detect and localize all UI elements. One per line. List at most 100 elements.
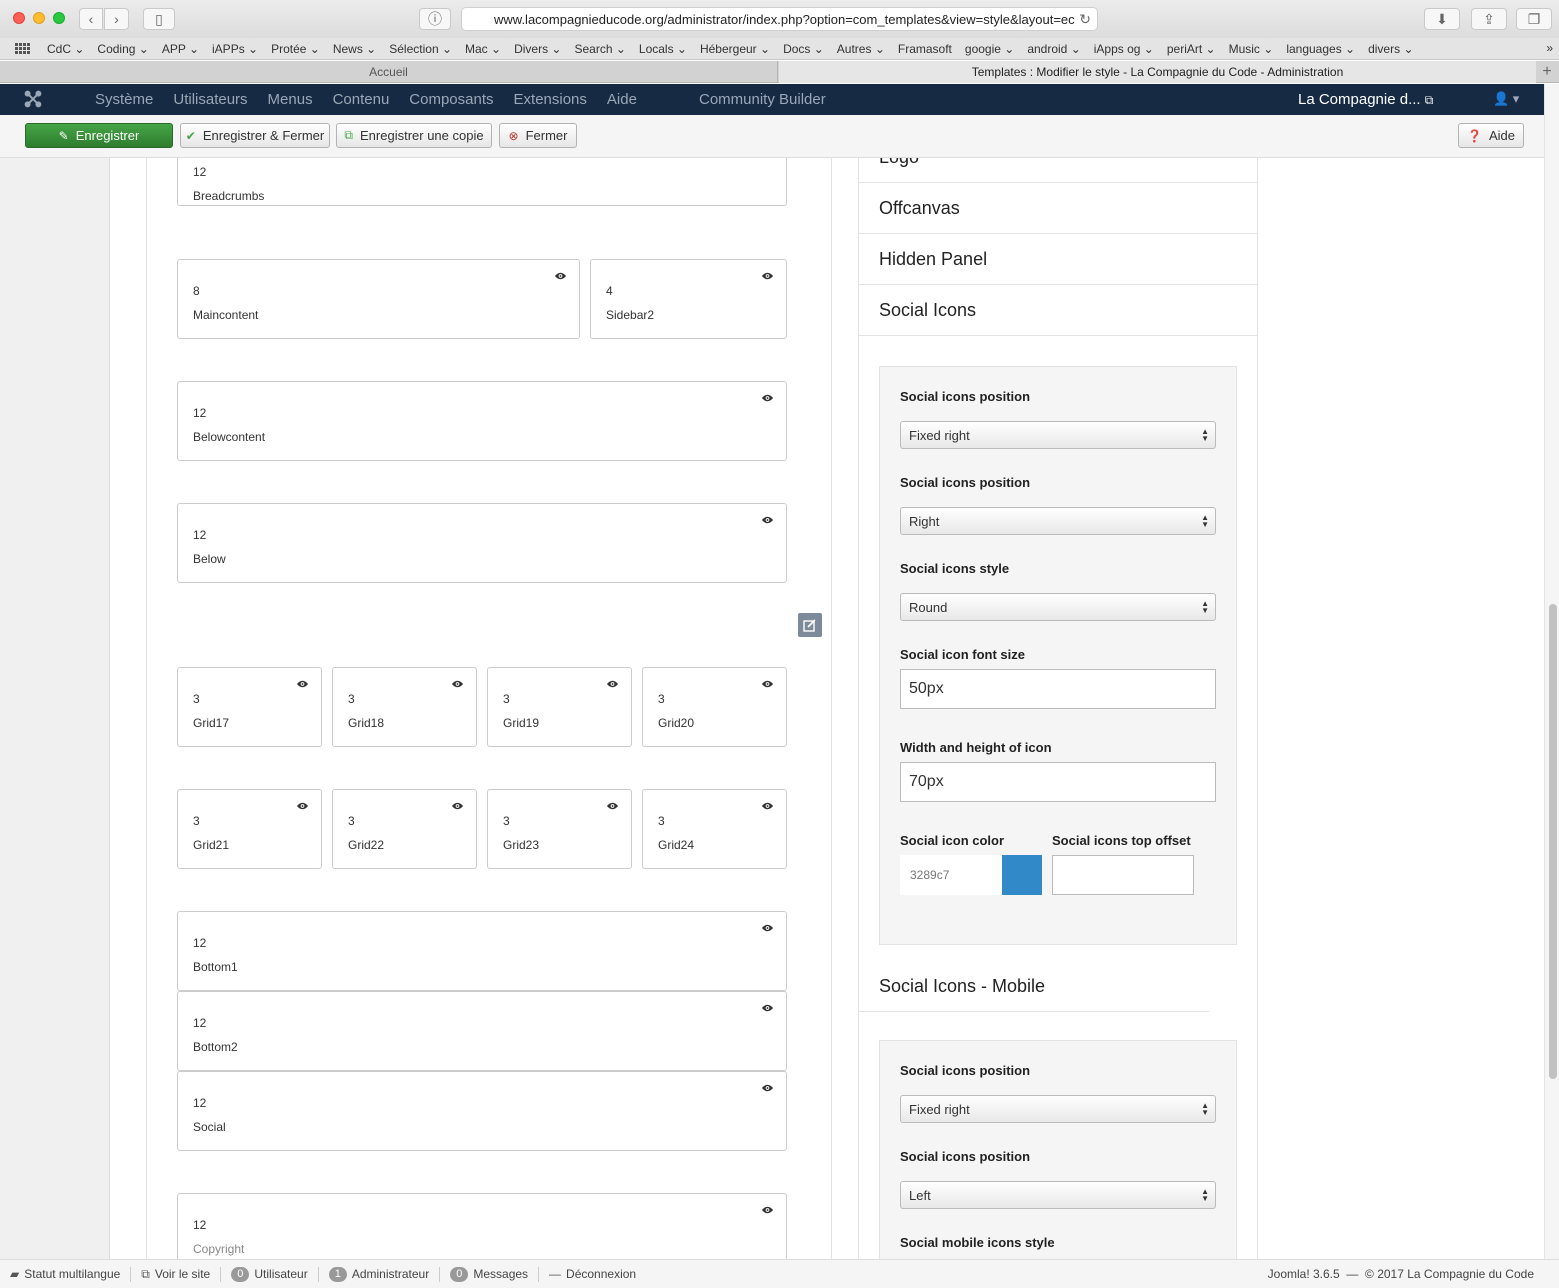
menu-item[interactable]: Utilisateurs [173, 91, 247, 108]
bookmark-folder[interactable]: News ⌄ [333, 42, 376, 56]
eye-icon[interactable] [451, 676, 464, 688]
menu-item[interactable]: Composants [409, 91, 493, 108]
bookmark-folder[interactable]: Locals ⌄ [639, 42, 687, 56]
bookmark-folder[interactable]: Hébergeur ⌄ [700, 42, 770, 56]
bookmark-folder[interactable]: Autres ⌄ [837, 42, 885, 56]
page-scrollbar[interactable] [1544, 84, 1559, 1259]
save-button[interactable]: ✎ Enregistrer [25, 123, 173, 148]
logout-link[interactable]: — Déconnexion [539, 1267, 646, 1282]
window-zoom-button[interactable] [53, 12, 65, 24]
sidebar-toggle-button[interactable]: ▯ [143, 8, 175, 30]
layout-position-box[interactable]: 12 Belowcontent [177, 381, 787, 461]
reader-button[interactable]: ⓘ [419, 8, 451, 30]
layout-position-box[interactable]: 12 Bottom2 [177, 991, 787, 1071]
layout-position-box[interactable]: 12 Social [177, 1071, 787, 1151]
social-top-offset-input[interactable] [1052, 855, 1194, 895]
bookmark-folder[interactable]: Coding ⌄ [97, 42, 148, 56]
eye-icon[interactable] [761, 268, 774, 280]
users-status[interactable]: 0 Utilisateur [221, 1266, 319, 1282]
layout-position-box[interactable]: 3 Grid18 [332, 667, 477, 747]
eye-icon[interactable] [606, 676, 619, 688]
menu-item[interactable]: Extensions [514, 91, 587, 108]
admin-status[interactable]: 1 Administrateur [319, 1266, 441, 1282]
layout-position-box[interactable]: 3 Grid22 [332, 789, 477, 869]
menu-community-builder[interactable]: Community Builder [699, 91, 826, 108]
bookmark-folder[interactable]: Docs ⌄ [783, 42, 824, 56]
section-logo[interactable]: Logo [859, 158, 1257, 183]
social-color-input[interactable]: 3289c7 [900, 855, 1002, 895]
bookmark-folder[interactable]: iApps og ⌄ [1094, 42, 1154, 56]
scrollbar-thumb[interactable] [1549, 604, 1557, 1079]
social-icon-size-input[interactable]: 70px [900, 762, 1216, 802]
layout-position-box[interactable]: 3 Grid17 [177, 667, 322, 747]
bookmark-folder[interactable]: languages ⌄ [1286, 42, 1355, 56]
tabs-overview-button[interactable]: ❐ [1516, 8, 1552, 30]
joomla-logo-icon[interactable] [24, 90, 42, 108]
layout-position-box[interactable]: 4 Sidebar2 [590, 259, 787, 339]
view-site-link[interactable]: ⧉ Voir le site [131, 1266, 222, 1282]
layout-position-box[interactable]: 3 Grid21 [177, 789, 322, 869]
eye-icon[interactable] [554, 268, 567, 280]
bookmark-folder[interactable]: Divers ⌄ [514, 42, 561, 56]
share-button[interactable]: ⇪ [1471, 8, 1507, 30]
bookmark-folder[interactable]: periArt ⌄ [1167, 42, 1216, 56]
eye-icon[interactable] [451, 798, 464, 810]
bookmark-folder[interactable]: Search ⌄ [574, 42, 625, 56]
user-menu-icon[interactable]: 👤 ▾ [1493, 91, 1519, 107]
layout-position-box[interactable]: 3 Grid24 [642, 789, 787, 869]
bookmark-folder[interactable]: Sélection ⌄ [389, 42, 452, 56]
save-copy-button[interactable]: ⧉ Enregistrer une copie [336, 123, 492, 148]
section-offcanvas[interactable]: Offcanvas [859, 183, 1257, 234]
window-close-button[interactable] [13, 12, 25, 24]
tab-templates[interactable]: Templates : Modifier le style - La Compa… [779, 61, 1536, 83]
menu-item[interactable]: Aide [607, 91, 637, 108]
eye-icon[interactable] [761, 1080, 774, 1092]
eye-icon[interactable] [761, 1202, 774, 1214]
eye-icon[interactable] [761, 798, 774, 810]
menu-item[interactable]: Contenu [333, 91, 390, 108]
bookmark-folder[interactable]: Protée ⌄ [271, 42, 320, 56]
layout-position-box[interactable]: 12 Below [177, 503, 787, 583]
social-position-select[interactable]: Fixed right ▲ ▼ [900, 421, 1216, 449]
eye-icon[interactable] [761, 1000, 774, 1012]
bookmarks-overflow-icon[interactable]: » [1546, 41, 1553, 55]
section-social-icons[interactable]: Social Icons [859, 285, 1257, 336]
mobile-side-select[interactable]: Left ▲ ▼ [900, 1181, 1216, 1209]
eye-icon[interactable] [606, 798, 619, 810]
apps-grid-icon[interactable] [15, 42, 31, 55]
edit-section-button[interactable] [798, 613, 822, 637]
eye-icon[interactable] [296, 798, 309, 810]
social-style-select[interactable]: Round ▲ ▼ [900, 593, 1216, 621]
social-side-select[interactable]: Right ▲ ▼ [900, 507, 1216, 535]
mobile-position-select[interactable]: Fixed right ▲ ▼ [900, 1095, 1216, 1123]
eye-icon[interactable] [761, 512, 774, 524]
reload-icon[interactable]: ↻ [1079, 11, 1091, 28]
downloads-button[interactable]: ⬇ [1424, 8, 1460, 30]
tab-accueil[interactable]: Accueil [0, 61, 778, 83]
site-link[interactable]: La Compagnie d... ⧉ [1298, 91, 1433, 108]
menu-item[interactable]: Menus [268, 91, 313, 108]
layout-position-box[interactable]: 12 Copyright [177, 1193, 787, 1259]
section-social-icons-mobile[interactable]: Social Icons - Mobile [859, 961, 1209, 1012]
forward-button[interactable]: › [104, 8, 129, 30]
bookmark-folder[interactable]: googie ⌄ [965, 42, 1014, 56]
window-minimize-button[interactable] [33, 12, 45, 24]
bookmark-folder[interactable]: CdC ⌄ [47, 42, 84, 56]
eye-icon[interactable] [761, 920, 774, 932]
bookmark-folder[interactable]: Music ⌄ [1229, 42, 1274, 56]
bookmark-folder[interactable]: divers ⌄ [1368, 42, 1413, 56]
multilang-status[interactable]: ▰ Statut multilangue [0, 1266, 132, 1282]
layout-position-box[interactable]: 3 Grid19 [487, 667, 632, 747]
eye-icon[interactable] [296, 676, 309, 688]
layout-position-box[interactable]: 12 Bottom1 [177, 911, 787, 991]
color-swatch[interactable] [1002, 855, 1042, 895]
bookmark-folder[interactable]: iAPPs ⌄ [212, 42, 258, 56]
back-button[interactable]: ‹ [79, 8, 103, 30]
menu-item[interactable]: Système [95, 91, 153, 108]
help-button[interactable]: ❓ Aide [1458, 123, 1524, 148]
new-tab-button[interactable]: + [1539, 64, 1555, 80]
social-font-size-input[interactable]: 50px [900, 669, 1216, 709]
close-button[interactable]: ⊗ Fermer [499, 123, 577, 148]
save-close-button[interactable]: ✔ Enregistrer & Fermer [180, 123, 330, 148]
bookmark-folder[interactable]: Framasoft [898, 42, 952, 56]
